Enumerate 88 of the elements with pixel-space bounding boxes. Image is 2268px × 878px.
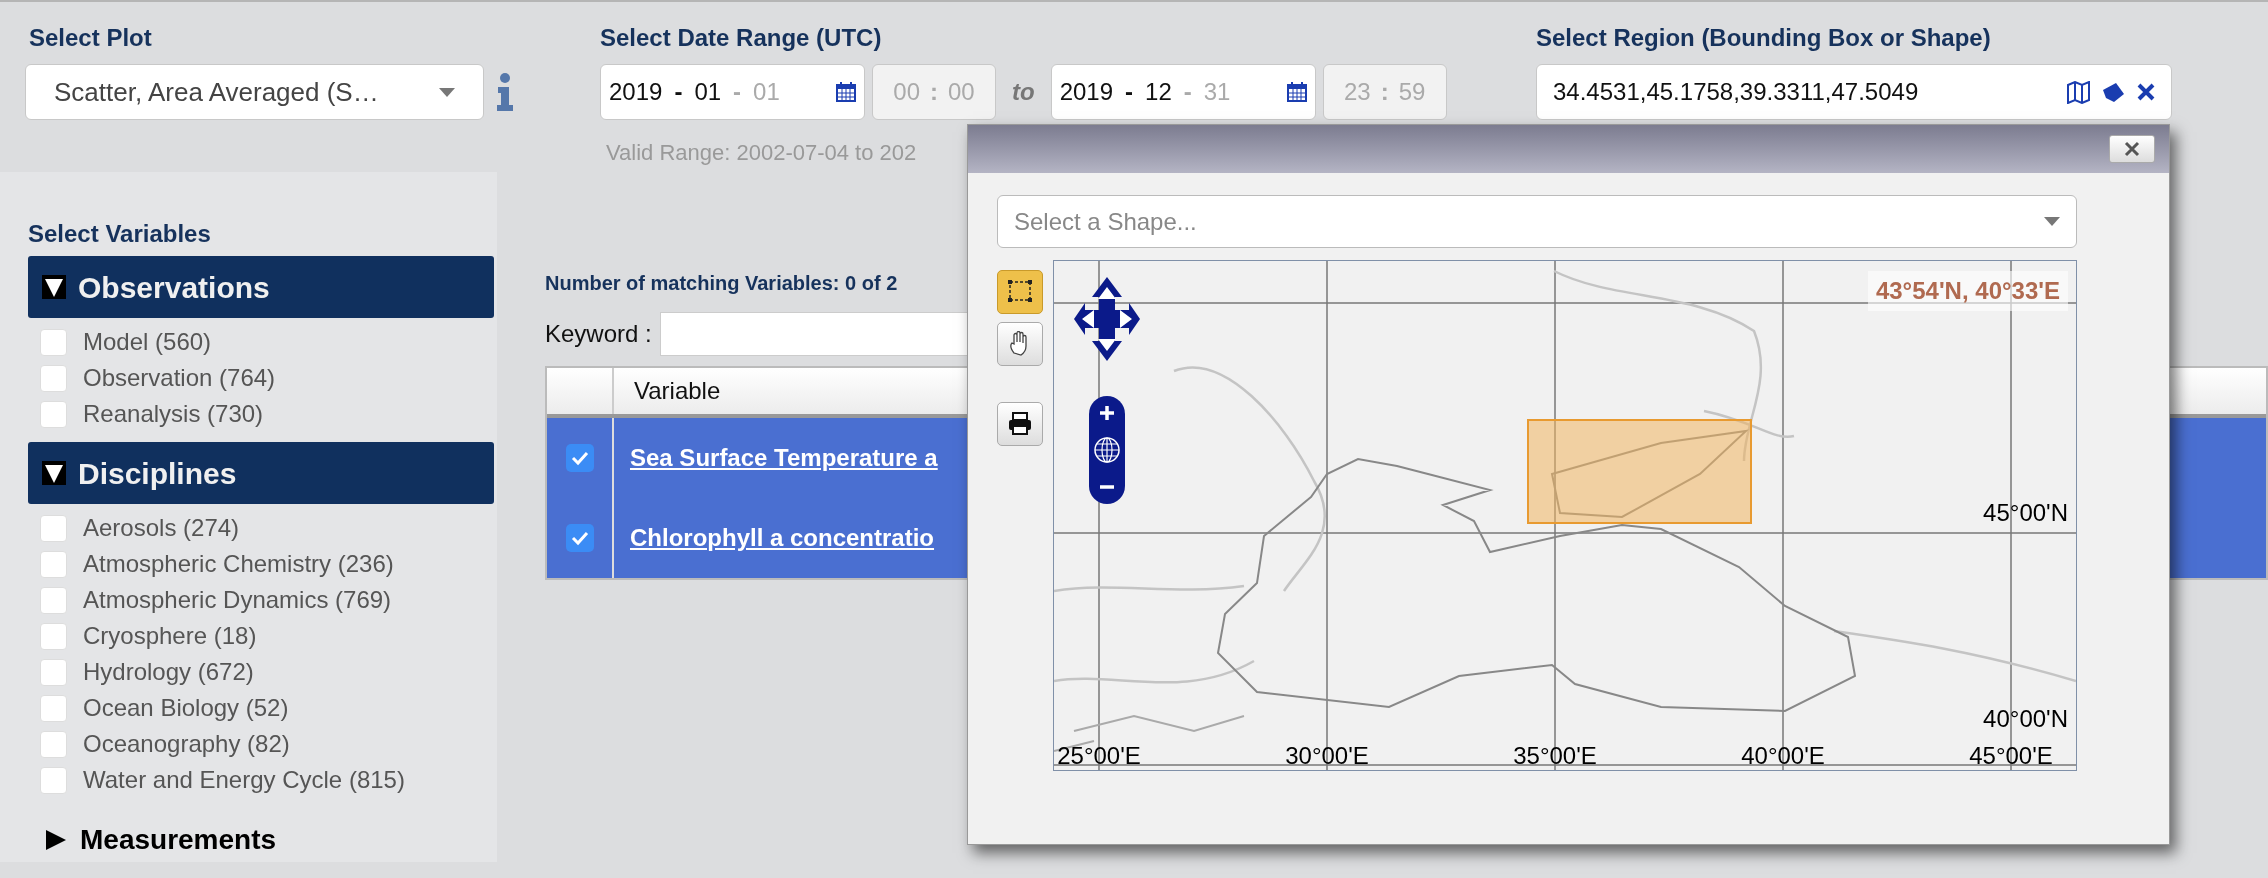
date-text: 01 — [694, 77, 722, 107]
date-text: 12 — [1145, 77, 1172, 107]
keyword-label: Keyword : — [545, 319, 652, 349]
checkbox-label: Atmospheric Dynamics (769) — [83, 585, 392, 615]
checkbox[interactable] — [40, 694, 67, 722]
checkbox[interactable] — [40, 364, 67, 392]
date-separator: - — [1124, 77, 1135, 107]
time-text: 59 — [1398, 77, 1426, 107]
category-header[interactable]: Disciplines — [28, 442, 494, 504]
date-text: 31 — [1203, 77, 1231, 107]
checkbox[interactable] — [565, 444, 594, 472]
checkbox-label: Water and Energy Cycle (815) — [83, 765, 405, 795]
shape-dropdown[interactable]: Select a Shape... — [997, 195, 2077, 248]
printer-icon — [1007, 411, 1033, 437]
plot-dropdown[interactable]: Scatter, Area Averaged (S… — [25, 64, 484, 120]
pan-control[interactable] — [1074, 277, 1140, 361]
date-field[interactable]: 2019 - 01 - 01 — [600, 64, 865, 120]
date-separator: - — [1182, 77, 1193, 107]
close-icon — [2124, 141, 2140, 157]
checkbox-label: Oceanography (82) — [83, 729, 290, 759]
calendar-icon[interactable] — [836, 82, 856, 102]
longitude-label: 30°00'E — [1285, 744, 1369, 768]
variable-link[interactable]: Sea Surface Temperature a — [630, 440, 938, 476]
checkbox-label: Aerosols (274) — [83, 513, 240, 543]
print-button[interactable] — [997, 402, 1043, 446]
checkbox-label: Model (560) — [83, 327, 212, 357]
close-button[interactable] — [2109, 135, 2155, 163]
checkbox-label: Hydrology (672) — [83, 657, 254, 687]
checkbox[interactable] — [40, 550, 67, 578]
cursor-coordinates: 43°54'N, 40°33'E — [1867, 271, 2068, 311]
region-field[interactable]: 34.4531,45.1758,39.3311,47.5049 — [1536, 64, 2172, 120]
checkbox[interactable] — [565, 524, 594, 552]
match-count-text: Number of matching Variables: 0 of 2 — [545, 271, 898, 296]
checkbox[interactable] — [40, 730, 67, 758]
time-separator: : — [929, 77, 939, 107]
box-select-tool[interactable] — [997, 270, 1043, 314]
check-icon — [570, 450, 589, 466]
checkbox[interactable] — [40, 658, 67, 686]
valid-range-text: Valid Range: 2002-07-04 to 202 — [606, 139, 918, 167]
calendar-icon[interactable] — [1286, 82, 1307, 102]
field-label: Select Plot — [28, 23, 153, 52]
checkbox[interactable] — [40, 514, 67, 542]
checkbox-label: Atmospheric Chemistry (236) — [83, 549, 394, 579]
longitude-label: 45°00'E — [1969, 744, 2053, 768]
date-text: 2019 — [609, 77, 663, 107]
date-separator: - — [673, 77, 684, 107]
latitude-label: 45°00'N — [1983, 501, 2068, 525]
pan-tool[interactable] — [997, 322, 1043, 366]
checkbox-label: Cryosphere (18) — [83, 621, 257, 651]
longitude-label: 35°00'E — [1513, 744, 1597, 768]
category-header[interactable]: Observations — [28, 256, 494, 318]
checkbox-label: Observation (764) — [83, 363, 276, 393]
date-separator: - — [732, 77, 743, 107]
latitude-label: 40°00'N — [1983, 707, 2068, 731]
time-text: 23 — [1343, 77, 1371, 107]
check-icon — [570, 530, 589, 546]
time-text: 00 — [948, 77, 975, 107]
caret-icon — [2044, 217, 2060, 226]
caret-icon — [439, 87, 455, 97]
time-text: 00 — [893, 77, 920, 107]
checkbox[interactable] — [40, 586, 67, 614]
zoom-bar[interactable] — [1089, 396, 1125, 504]
polygon-icon[interactable] — [2102, 81, 2125, 103]
zoom-in-icon[interactable] — [1098, 404, 1116, 422]
section-title: Select Variables — [28, 219, 212, 246]
info-icon[interactable] — [496, 73, 514, 111]
longitude-label: 25°00'E — [1057, 744, 1141, 768]
box-select-icon — [1007, 279, 1033, 305]
date-field[interactable]: 2019 - 12 - 31 — [1050, 64, 1316, 120]
to-label: to — [1012, 77, 1035, 107]
field-label: Select Date Range (UTC) — [600, 23, 883, 52]
checkbox[interactable] — [40, 622, 67, 650]
checkbox[interactable] — [40, 328, 67, 356]
date-text: 01 — [753, 77, 780, 107]
checkbox-label: Ocean Biology (52) — [83, 693, 289, 723]
longitude-label: 40°00'E — [1741, 744, 1825, 768]
field-label: Select Region (Bounding Box or Shape) — [1536, 23, 1992, 52]
close-icon[interactable] — [2137, 83, 2155, 101]
checkbox-label: Reanalysis (730) — [83, 399, 264, 429]
map-icon[interactable] — [2067, 80, 2090, 104]
time-separator: : — [1379, 77, 1390, 107]
map-view[interactable]: 43°54'N, 40°33'E 45°00'N 40°00'N 25°00'E 30°00'E 35°00'E 40°00'E 45°00'E — [1053, 260, 2077, 771]
globe-icon[interactable] — [1093, 436, 1121, 464]
date-text: 2019 — [1059, 77, 1114, 107]
checkbox[interactable] — [40, 766, 67, 794]
checkbox[interactable] — [40, 400, 67, 428]
category-header[interactable]: Measurements — [28, 820, 494, 860]
variable-link[interactable]: Chlorophyll a concentratio — [630, 520, 935, 556]
